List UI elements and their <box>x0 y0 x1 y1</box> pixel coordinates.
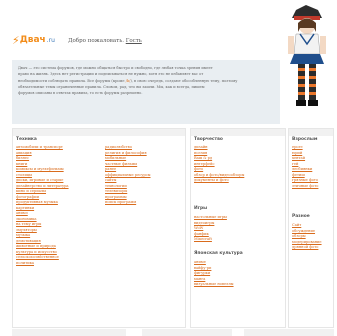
logo-text: Двач <box>19 35 46 45</box>
board-link[interactable]: настольные игры <box>194 215 227 221</box>
board-link[interactable]: дрянной фото <box>292 245 322 251</box>
footer-strip <box>12 329 126 336</box>
panel-header <box>13 129 185 136</box>
bolt-icon: ⚡ <box>12 33 20 47</box>
logo-tld: .ru <box>46 36 55 44</box>
games-links: настольные игры видеоигры WoW фанфик Minecra… <box>194 215 227 243</box>
panel-header <box>289 129 333 136</box>
board-link[interactable]: документы и фото <box>194 178 244 184</box>
panel-title: Взрослым <box>292 137 318 142</box>
board-link[interactable]: комиксы и мультфильмы <box>16 167 69 173</box>
footer-strip <box>142 329 232 336</box>
panel-title: Техника <box>16 137 37 142</box>
japan-links: аниме вайфу-рп фигурки манга визуальные нове… <box>194 260 234 288</box>
board-link[interactable]: визуальные новеллы <box>194 282 234 288</box>
intro-text: необходимости соблюдать правила. Все фор… <box>18 78 126 83</box>
board-link[interactable]: грязные фото <box>292 178 318 184</box>
panel-title: Разное <box>292 214 310 219</box>
board-link[interactable]: автомобили и транспорт <box>16 145 69 151</box>
panel-title: Творчество <box>194 137 223 142</box>
panel-title: Японская культура <box>194 251 243 256</box>
intro-line: необходимости соблюдать правила. Все фор… <box>18 78 274 84</box>
misc-panel: Взрослым ероге юрий хентай гей лесбиянки фети… <box>288 128 334 328</box>
site-logo[interactable]: ⚡ Двач .ru <box>12 32 55 48</box>
board-link[interactable]: этичные фото <box>292 184 318 190</box>
tech-links-col2: радиолюбство религия и философия мобильные… <box>105 145 151 206</box>
creative-links: дизайн поэзия Ваш & рд интерфейс фото обзор и… <box>194 145 244 184</box>
panel-title: Игры <box>194 206 208 211</box>
tech-links-col1: автомобили и транспорт авиация бизнес книги… <box>16 145 69 266</box>
mascot-image <box>288 5 326 106</box>
guest-link[interactable]: Гость <box>126 38 142 44</box>
tech-panel: Техника автомобили и транспорт авиация биз… <box>12 128 186 328</box>
board-link[interactable]: Minecraft <box>194 237 227 243</box>
intro-text: ), в свою очередь, создают обособленную … <box>130 78 238 83</box>
intro-line: форумов описаны в ответах правила, то ес… <box>18 91 143 96</box>
board-link[interactable]: поиск программ <box>105 200 151 206</box>
welcome-text: Добро пожаловать. <box>68 38 124 44</box>
creative-panel: Творчество дизайн поэзия Ваш & рд интерфейс… <box>190 128 286 328</box>
panel-header <box>191 129 285 136</box>
misc-links: ероге юрий хентай гей лесбиянки фетиш грязные … <box>292 145 318 189</box>
intro-box: Двач — это система форумов, где можно об… <box>12 60 280 124</box>
welcome-message: Добро пожаловать. Гость <box>68 38 142 44</box>
footer-strip <box>244 329 334 336</box>
other-links: Сайт обсуждение обзоры модерирование дрянной… <box>292 223 322 251</box>
board-link[interactable]: политика <box>16 261 69 267</box>
board-link[interactable]: диски, игровые и старые <box>16 178 69 184</box>
